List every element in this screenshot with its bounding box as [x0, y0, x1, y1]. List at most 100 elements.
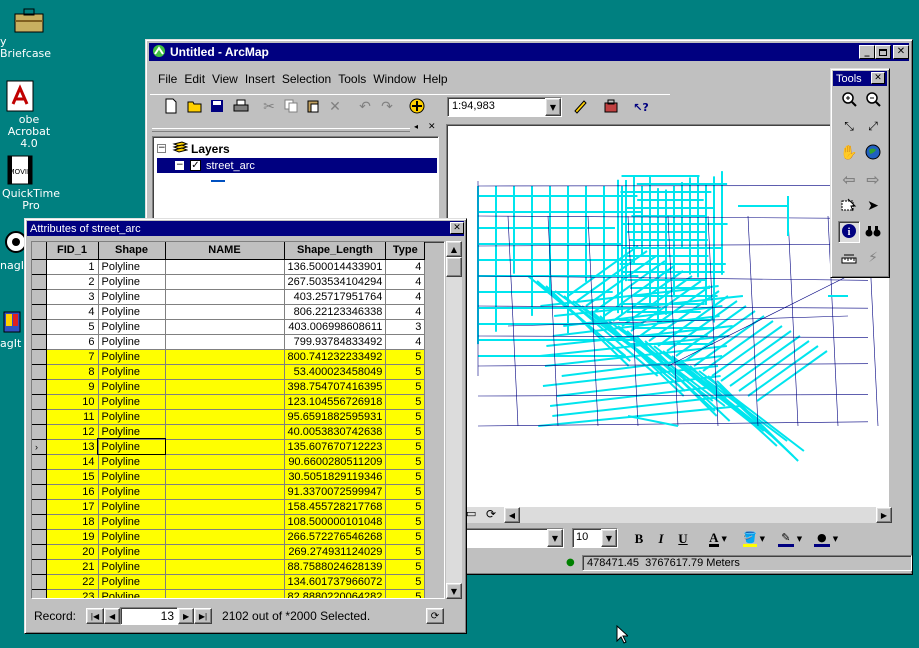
cell-shape-length[interactable]: 136.500014433901	[284, 259, 386, 274]
row-selector[interactable]	[32, 274, 46, 289]
cell-shape-length[interactable]: 800.741232233492	[284, 349, 386, 364]
cell-shape-length[interactable]: 53.400023458049	[284, 364, 386, 379]
cell-fid[interactable]: 20	[46, 544, 98, 559]
map-display[interactable]	[446, 124, 889, 507]
cell-fid[interactable]: 21	[46, 559, 98, 574]
cell-shape-length[interactable]: 88.7588024628139	[284, 559, 386, 574]
cell-name[interactable]	[165, 409, 284, 424]
cell-name[interactable]	[165, 529, 284, 544]
cell-name[interactable]	[165, 319, 284, 334]
row-selector[interactable]	[32, 589, 46, 599]
cell-name[interactable]	[165, 514, 284, 529]
cell-name[interactable]	[165, 289, 284, 304]
cell-shape[interactable]: Polyline	[98, 424, 165, 439]
table-row[interactable]: ›13Polyline135.6076707122235	[32, 439, 425, 454]
cell-type[interactable]: 4	[386, 259, 425, 274]
undo-button[interactable]: ↶	[354, 96, 376, 118]
table-row[interactable]: 1Polyline136.5000144339014	[32, 259, 425, 274]
cell-fid[interactable]: 22	[46, 574, 98, 589]
table-row[interactable]: 14Polyline90.66002805112095	[32, 454, 425, 469]
cell-fid[interactable]: 19	[46, 529, 98, 544]
table-row[interactable]: 22Polyline134.6017379660725	[32, 574, 425, 589]
cell-fid[interactable]: 2	[46, 274, 98, 289]
cell-shape[interactable]: Polyline	[98, 469, 165, 484]
tools-titlebar[interactable]: Tools ✕	[833, 71, 887, 86]
layer-visibility-checkbox[interactable]: ✓	[190, 160, 201, 171]
last-record-button[interactable]: ▶|	[194, 608, 212, 624]
table-row[interactable]: 9Polyline398.7547074163955	[32, 379, 425, 394]
scroll-down-button[interactable]: ▼	[446, 583, 462, 599]
table-row[interactable]: 19Polyline266.5722765462685	[32, 529, 425, 544]
cell-shape-length[interactable]: 403.25717951764	[284, 289, 386, 304]
desktop-icon-acrobat[interactable]: obe Acrobat 4.0	[0, 80, 58, 150]
cell-fid[interactable]: 3	[46, 289, 98, 304]
cell-type[interactable]: 5	[386, 559, 425, 574]
zoom-out-button[interactable]	[862, 89, 884, 111]
bold-button[interactable]: B	[628, 528, 650, 550]
cell-fid[interactable]: 10	[46, 394, 98, 409]
column-header-shape[interactable]: Shape	[98, 242, 165, 259]
cell-type[interactable]: 4	[386, 274, 425, 289]
cell-type[interactable]: 5	[386, 349, 425, 364]
desktop-icon-briefcase[interactable]: y Briefcase	[0, 6, 58, 60]
collapse-icon[interactable]: −	[157, 144, 166, 153]
table-row[interactable]: 5Polyline403.0069986086113	[32, 319, 425, 334]
attributes-close-button[interactable]: ✕	[450, 222, 464, 234]
cell-shape[interactable]: Polyline	[98, 589, 165, 599]
new-button[interactable]	[160, 96, 182, 118]
cell-name[interactable]	[165, 574, 284, 589]
cell-fid[interactable]: 12	[46, 424, 98, 439]
minimize-button[interactable]: _	[859, 45, 875, 59]
cell-name[interactable]	[165, 424, 284, 439]
cell-shape[interactable]: Polyline	[98, 334, 165, 349]
table-row[interactable]: 2Polyline267.5035341042944	[32, 274, 425, 289]
cell-shape[interactable]: Polyline	[98, 514, 165, 529]
row-selector[interactable]	[32, 484, 46, 499]
cell-shape-length[interactable]: 267.503534104294	[284, 274, 386, 289]
cell-name[interactable]	[165, 454, 284, 469]
previous-record-button[interactable]: ◀	[104, 608, 120, 624]
desktop-icon-snagit-2[interactable]: agIt	[0, 306, 24, 350]
close-button[interactable]: ✕	[893, 45, 909, 59]
row-selector[interactable]	[32, 454, 46, 469]
cell-shape[interactable]: Polyline	[98, 484, 165, 499]
cell-type[interactable]: 3	[386, 319, 425, 334]
add-data-button[interactable]	[406, 96, 428, 118]
table-row[interactable]: 4Polyline806.221233463384	[32, 304, 425, 319]
fixed-zoom-in-button[interactable]: ⤡	[838, 115, 860, 137]
identify-button[interactable]: i	[838, 221, 860, 243]
cell-shape[interactable]: Polyline	[98, 349, 165, 364]
italic-button[interactable]: I	[650, 528, 672, 550]
cell-shape-length[interactable]: 82.8880220064282	[284, 589, 386, 599]
cell-name[interactable]	[165, 469, 284, 484]
row-selector[interactable]	[32, 559, 46, 574]
cell-name[interactable]	[165, 304, 284, 319]
row-selector[interactable]	[32, 334, 46, 349]
line-color-button[interactable]: ✎▼	[774, 528, 806, 550]
select-elements-button[interactable]: ➤	[862, 195, 884, 217]
table-row[interactable]: 11Polyline95.65918825959315	[32, 409, 425, 424]
paste-button[interactable]	[302, 96, 324, 118]
cell-fid[interactable]: 8	[46, 364, 98, 379]
table-row[interactable]: 12Polyline40.00538307426385	[32, 424, 425, 439]
table-row[interactable]: 21Polyline88.75880246281395	[32, 559, 425, 574]
cell-name[interactable]	[165, 259, 284, 274]
column-header-type[interactable]: Type	[386, 242, 425, 259]
forward-extent-button[interactable]: ⇨	[862, 168, 884, 190]
menu-window[interactable]: Window	[373, 72, 416, 86]
table-row[interactable]: 7Polyline800.7412322334925	[32, 349, 425, 364]
cell-shape[interactable]: Polyline	[98, 544, 165, 559]
open-button[interactable]	[184, 96, 206, 118]
cell-shape-length[interactable]: 95.6591882595931	[284, 409, 386, 424]
refresh-map-icon[interactable]: ⟳	[486, 507, 496, 521]
column-header-fid[interactable]: FID_1	[46, 242, 98, 259]
desktop-icon-snagit[interactable]: nagI	[0, 228, 24, 272]
table-row[interactable]: 20Polyline269.2749311240295	[32, 544, 425, 559]
cell-fid[interactable]: 17	[46, 499, 98, 514]
table-row[interactable]: 6Polyline799.937848334924	[32, 334, 425, 349]
full-extent-button[interactable]	[862, 142, 884, 164]
fixed-zoom-out-button[interactable]: ⤢	[862, 115, 884, 137]
cell-shape[interactable]: Polyline	[98, 409, 165, 424]
refresh-table-button[interactable]: ⟳	[426, 608, 444, 624]
cell-name[interactable]	[165, 364, 284, 379]
